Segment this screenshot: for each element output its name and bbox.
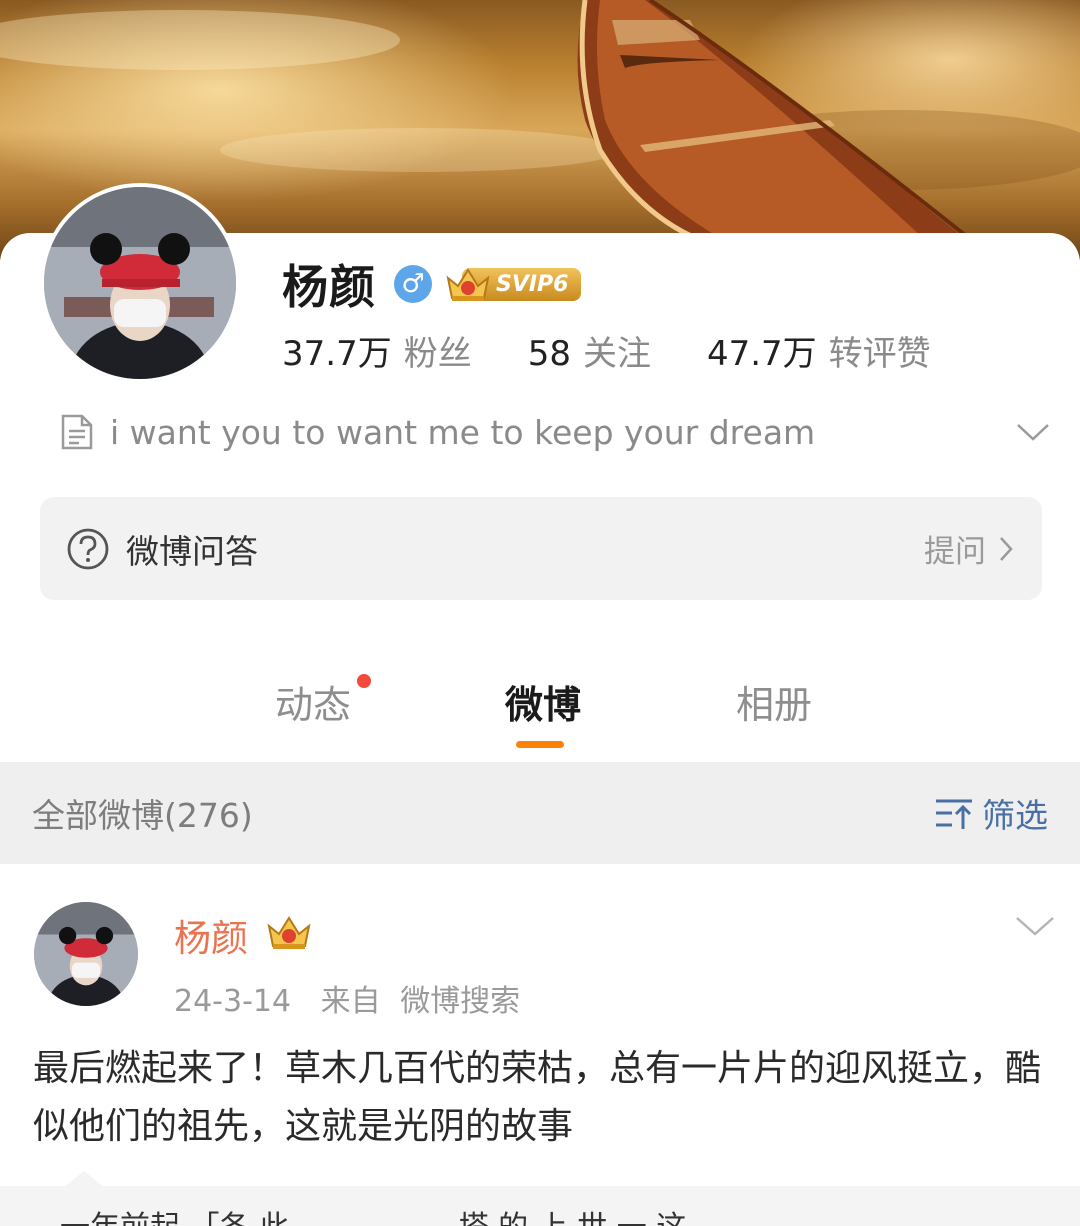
profile-name: 杨颜	[282, 260, 376, 314]
chevron-down-icon[interactable]	[1016, 422, 1050, 442]
profile-name-row: 杨颜 ♂ SVIP6	[282, 252, 581, 316]
male-gender-icon: ♂	[394, 265, 432, 303]
stat-value: 58	[527, 334, 571, 374]
ask-label: 提问	[924, 534, 986, 570]
tab-album[interactable]: 相册	[736, 674, 812, 729]
stat-interactions[interactable]: 47.7万 转评赞	[707, 326, 931, 375]
stat-value: 47.7万	[706, 334, 817, 374]
filter-bar: 全部微博(276) 筛选	[0, 762, 1080, 864]
document-icon	[61, 414, 93, 450]
avatar-image	[44, 187, 236, 379]
tab-activity[interactable]: 动态	[275, 674, 351, 729]
bio-text: i want you to want me to keep your dream	[110, 412, 816, 452]
filter-sort-icon	[936, 799, 972, 829]
post-source[interactable]: 微博搜索	[400, 984, 520, 1019]
chevron-right-icon	[1000, 536, 1013, 561]
stat-value: 37.7万	[282, 334, 392, 374]
stat-label: 关注	[582, 334, 651, 374]
profile-stats: 37.7万 粉丝 58 关注 47.7万 转评赞	[282, 326, 987, 375]
ask-question-button[interactable]: 提问	[924, 526, 1016, 571]
profile-bio[interactable]: i want you to want me to keep your dream	[60, 404, 1050, 460]
filter-button[interactable]: 筛选	[934, 789, 1048, 837]
weibo-qa-bar[interactable]: 微博问答 提问	[40, 497, 1042, 600]
post-date: 24-3-14	[174, 984, 292, 1019]
all-posts-count: 全部微博(276)	[32, 796, 253, 835]
question-circle-icon	[67, 528, 109, 569]
stat-label: 粉丝	[403, 334, 472, 374]
post-meta: 24-3-14 来自 微博搜索	[174, 976, 520, 1020]
post-source-prefix: 来自	[320, 984, 381, 1019]
filter-label: 筛选	[982, 796, 1048, 835]
weibo-post[interactable]: 杨颜 24-3-14 来自 微博搜索 最后燃起来了！草木几百代的荣枯，总有一片片…	[0, 864, 1080, 1226]
qa-label: 微博问答	[126, 531, 258, 571]
chevron-down-icon[interactable]	[1014, 914, 1056, 938]
retweet-notch	[64, 1171, 104, 1187]
profile-avatar[interactable]	[40, 183, 240, 383]
stat-label: 转评赞	[828, 334, 931, 374]
post-text: 最后燃起来了！草木几百代的荣枯，总有一片片的迎风挺立，酷似他们的祖先，这就是光阴…	[33, 1048, 1042, 1147]
partial-text: 一年前起 「各 此	[60, 1210, 289, 1226]
post-author-avatar[interactable]	[34, 902, 138, 1006]
vip-crown-icon	[267, 916, 311, 949]
stat-following[interactable]: 58 关注	[528, 326, 651, 375]
crown-icon	[446, 268, 490, 301]
active-tab-indicator	[516, 741, 564, 748]
partial-text-tail: 塔 的 上 世 一 这	[459, 1210, 687, 1226]
stat-followers[interactable]: 37.7万 粉丝	[282, 326, 472, 375]
notification-dot	[357, 674, 371, 688]
tab-weibo[interactable]: 微博	[505, 674, 581, 729]
svip-badge[interactable]: SVIP6	[444, 264, 581, 304]
post-author-name[interactable]: 杨颜	[174, 908, 248, 962]
